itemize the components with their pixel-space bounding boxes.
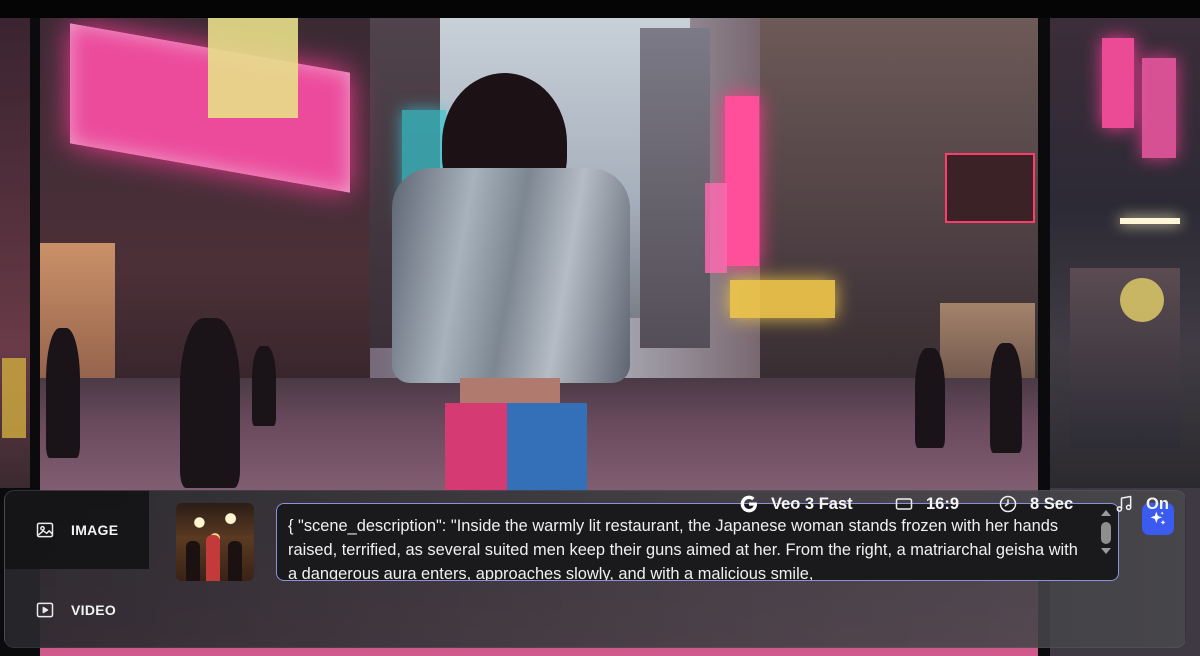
gallery-image-left[interactable] xyxy=(0,18,30,488)
prompt-scrollbar[interactable] xyxy=(1100,510,1112,574)
scroll-up-icon[interactable] xyxy=(1101,510,1111,516)
google-icon xyxy=(740,495,757,513)
model-value: Veo 3 Fast xyxy=(771,494,853,513)
image-detail xyxy=(180,318,240,488)
mode-tab-video[interactable]: VIDEO xyxy=(5,571,149,649)
image-detail xyxy=(2,358,26,438)
image-icon xyxy=(36,522,54,538)
aspect-ratio-value: 16:9 xyxy=(926,494,960,513)
image-detail xyxy=(206,535,220,581)
image-detail xyxy=(186,541,200,581)
image-detail xyxy=(208,18,298,118)
image-detail xyxy=(445,403,507,492)
image-detail xyxy=(1142,58,1176,158)
image-detail xyxy=(705,183,727,273)
image-detail xyxy=(990,343,1022,453)
image-detail xyxy=(507,403,587,492)
image-detail xyxy=(945,153,1035,223)
image-detail xyxy=(725,96,759,266)
mode-tab-image[interactable]: IMAGE xyxy=(5,491,149,569)
image-detail xyxy=(1120,278,1164,322)
image-detail xyxy=(228,541,242,581)
audio-value: On xyxy=(1146,494,1169,513)
duration-selector[interactable]: 8 Sec xyxy=(998,491,1073,517)
scroll-down-icon[interactable] xyxy=(1101,548,1111,554)
mode-label: IMAGE xyxy=(71,522,119,538)
gallery-image-main[interactable] xyxy=(40,18,1038,492)
image-detail xyxy=(392,168,630,383)
image-detail xyxy=(252,346,276,426)
prompt-input[interactable]: { "scene_description": "Inside the warml… xyxy=(276,503,1119,581)
clock-icon xyxy=(999,495,1017,513)
model-selector[interactable]: Veo 3 Fast xyxy=(739,491,853,517)
aspect-ratio-icon xyxy=(895,498,913,510)
top-strip xyxy=(0,0,1200,18)
play-icon xyxy=(36,602,54,618)
prompt-panel: IMAGE VIDEO { "scene_description": "Insi… xyxy=(4,490,1186,648)
audio-toggle[interactable]: On xyxy=(1114,491,1169,517)
image-detail xyxy=(915,348,945,448)
mode-label: VIDEO xyxy=(71,602,117,618)
gallery-image-right[interactable] xyxy=(1050,18,1200,488)
music-note-icon xyxy=(1116,495,1132,512)
reference-image-thumbnail[interactable] xyxy=(176,503,254,581)
duration-value: 8 Sec xyxy=(1030,494,1074,513)
image-detail xyxy=(640,28,710,348)
prompt-text: { "scene_description": "Inside the warml… xyxy=(288,517,1078,581)
aspect-ratio-selector[interactable]: 16:9 xyxy=(894,491,959,517)
image-detail xyxy=(730,280,835,318)
image-detail xyxy=(1120,218,1180,224)
image-detail xyxy=(46,328,80,458)
scrollbar-thumb[interactable] xyxy=(1101,522,1111,544)
image-detail xyxy=(1102,38,1134,128)
